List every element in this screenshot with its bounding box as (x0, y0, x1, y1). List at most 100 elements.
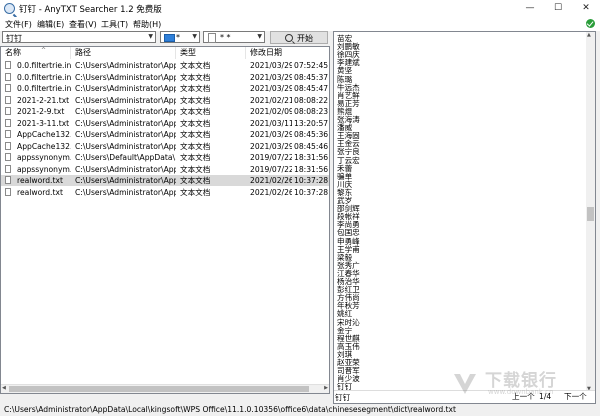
column-header-name[interactable]: 名称 ^ (1, 47, 71, 59)
column-header-type[interactable]: 类型 (176, 47, 246, 59)
table-row[interactable]: 2021-2-21.txt C:\Users\Administrator\App.… (1, 95, 329, 106)
row-path: C:\Users\Administrator\App... (75, 72, 176, 82)
find-input[interactable]: 钉钉 (335, 392, 495, 402)
table-row[interactable]: appssynonym... C:\Users\Default\AppData\.… (1, 152, 329, 163)
title-bar: 钉钉 - AnyTXT Searcher 1.2 免费版 — ☐ ✕ (0, 0, 600, 18)
next-match-button[interactable]: 下一个 (564, 391, 587, 403)
row-path: C:\Users\Administrator\App... (75, 118, 176, 128)
row-date: 2021/02/21 (250, 95, 292, 105)
prev-match-button[interactable]: 上一个 (512, 391, 535, 403)
close-button[interactable]: ✕ (572, 0, 600, 17)
search-input-value: 钉钉 (6, 34, 22, 43)
scrollbar-thumb[interactable] (587, 207, 594, 221)
row-time: 18:31:56 (294, 164, 329, 174)
menu-file[interactable]: 文件(F) (5, 19, 32, 30)
table-row[interactable]: 0.0.filtertrie.in... C:\Users\Administrat… (1, 60, 329, 71)
table-row[interactable]: 2021-2-9.txt C:\Users\Administrator\App..… (1, 106, 329, 117)
row-name: AppCache132... (17, 130, 71, 139)
row-path: C:\Users\Default\AppData\... (75, 153, 176, 162)
chevron-down-icon[interactable]: ▼ (192, 33, 197, 40)
row-date: 2021/03/29 (250, 61, 292, 70)
search-icon (285, 34, 293, 42)
vertical-scrollbar[interactable]: ▲ ▼ (586, 32, 595, 392)
maximize-button[interactable]: ☐ (544, 0, 572, 17)
scrollbar-thumb[interactable] (9, 386, 309, 392)
menu-edit[interactable]: 编辑(E) (37, 19, 64, 30)
row-type: 文本文档 (180, 130, 211, 139)
text-file-icon (5, 107, 11, 115)
table-row[interactable]: 2021-3-11.txt C:\Users\Administrator\App.… (1, 118, 329, 129)
file-type-value: * (176, 33, 180, 42)
column-type-label: 类型 (180, 48, 196, 57)
scroll-left-icon[interactable]: ◀ (2, 385, 6, 391)
row-type: 文本文档 (180, 95, 211, 105)
text-file-icon (5, 95, 11, 104)
chevron-down-icon[interactable]: ▼ (148, 33, 153, 40)
file-type-select[interactable]: * ▼ (160, 31, 200, 43)
row-time: 07:52:45 (294, 61, 329, 70)
preview-panel[interactable]: 苗宏 刘鹏敏 徐四庆 李建斌 黄坚 陈璐 牛远杰 肖艺鲜 易正芳 熊焜 张海涛 潘威 王海固 王金云 张宁良… (333, 31, 596, 404)
scroll-right-icon[interactable]: ▶ (324, 385, 328, 391)
menu-bar: 文件(F) 编辑(E) 查看(V) 工具(T) 帮助(H) (0, 17, 600, 31)
search-input[interactable]: 钉钉 ▼ (2, 31, 156, 43)
row-path: C:\Users\Administrator\App... (75, 176, 176, 185)
sort-up-icon: ^ (41, 47, 47, 54)
row-type: 文本文档 (180, 107, 211, 116)
extension-value: * * (220, 33, 231, 42)
row-path: C:\Users\Administrator\App... (75, 61, 176, 70)
menu-view[interactable]: 查看(V) (69, 19, 97, 30)
column-header-date[interactable]: 修改日期 (246, 47, 329, 59)
row-type: 文本文档 (180, 61, 211, 70)
status-path: C:\Users\Administrator\AppData\Local\kin… (4, 405, 457, 414)
scroll-up-icon[interactable]: ▲ (587, 32, 591, 38)
menu-help[interactable]: 帮助(H) (133, 19, 161, 30)
row-date: 2021/03/11 (250, 118, 292, 128)
table-row[interactable]: realword.txt C:\Users\Administrator\App..… (1, 187, 329, 198)
row-path: C:\Users\Administrator\App... (75, 164, 176, 174)
horizontal-scrollbar[interactable]: ◀ ▶ (1, 384, 329, 393)
row-time: 08:45:47 (294, 84, 329, 93)
minimize-button[interactable]: — (516, 0, 544, 17)
table-row[interactable]: AppCache132... C:\Users\Administrator\App… (1, 141, 329, 152)
row-name: 2021-3-11.txt (17, 118, 70, 128)
row-time: 10:37:28 (294, 187, 329, 197)
menu-tools[interactable]: 工具(T) (101, 19, 128, 30)
search-toolbar: 钉钉 ▼ * ▼ * * ▼ 开始 (0, 31, 330, 45)
row-name: appssynonym... (17, 153, 71, 162)
row-type: 文本文档 (180, 187, 211, 197)
row-type: 文本文档 (180, 84, 211, 93)
table-row[interactable]: 0.0.filtertrie.in... C:\Users\Administrat… (1, 83, 329, 94)
row-name: 2021-2-21.txt (17, 95, 70, 105)
status-bar: C:\Users\Administrator\AppData\Local\kin… (0, 404, 600, 416)
row-date: 2021/02/09 (250, 107, 292, 116)
text-file-icon (5, 164, 11, 173)
table-row[interactable]: AppCache132... C:\Users\Administrator\App… (1, 129, 329, 140)
row-path: C:\Users\Administrator\App... (75, 95, 176, 105)
text-file-icon (5, 176, 11, 184)
table-row[interactable]: realword.txt C:\Users\Administrator\App..… (1, 175, 329, 186)
column-header-path[interactable]: 路径 (71, 47, 176, 59)
window-title: 钉钉 - AnyTXT Searcher 1.2 免费版 (19, 5, 162, 15)
row-date: 2019/07/22 (250, 153, 292, 162)
row-time: 08:45:46 (294, 141, 329, 151)
chevron-down-icon[interactable]: ▼ (257, 33, 262, 40)
row-time: 08:08:23 (294, 107, 329, 116)
text-file-icon (5, 141, 11, 150)
row-date: 2021/02/26 (250, 187, 292, 197)
document-icon (208, 33, 216, 43)
app-search-icon (4, 3, 15, 14)
start-search-button[interactable]: 开始 (270, 31, 328, 44)
results-list[interactable]: 名称 ^ 路径 类型 修改日期 0.0.filtertrie.in... C:\U… (0, 46, 330, 394)
row-date: 2021/02/26 (250, 176, 292, 185)
text-file-icon (5, 84, 11, 92)
text-file-icon (5, 61, 11, 69)
row-type: 文本文档 (180, 118, 211, 128)
row-date: 2019/07/22 (250, 164, 292, 174)
extension-select[interactable]: * * ▼ (203, 31, 265, 43)
row-type: 文本文档 (180, 72, 211, 82)
status-check-icon (586, 19, 595, 28)
table-row[interactable]: appssynonym... C:\Users\Administrator\App… (1, 164, 329, 175)
file-type-icon (164, 34, 175, 42)
row-type: 文本文档 (180, 153, 211, 162)
table-row[interactable]: 0.0.filtertrie.in... C:\Users\Administrat… (1, 72, 329, 83)
